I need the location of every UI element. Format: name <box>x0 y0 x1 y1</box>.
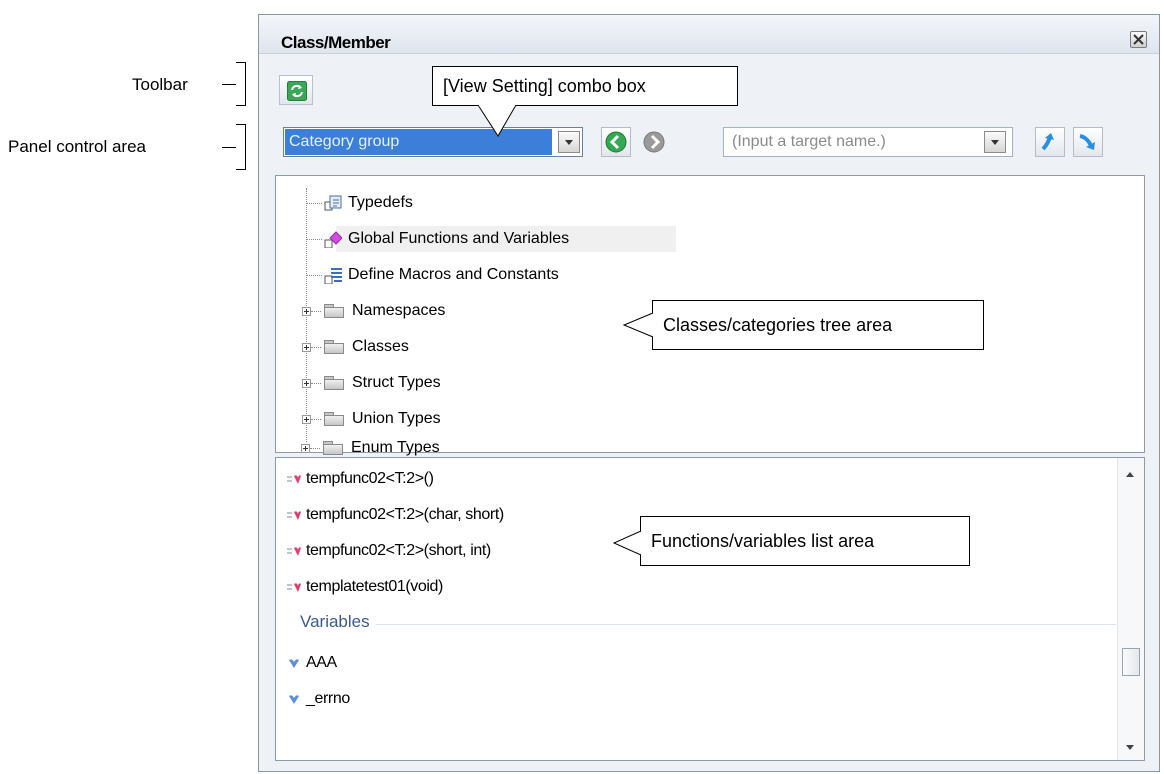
close-button[interactable] <box>1130 31 1147 48</box>
scroll-up-arrow-icon[interactable] <box>1126 472 1134 477</box>
global-functions-icon <box>324 231 342 248</box>
view-setting-callout: [View Setting] combo box <box>432 66 738 106</box>
function-icon <box>287 475 301 484</box>
close-icon <box>1133 34 1144 45</box>
panel-titlebar: Class/Member <box>259 15 1159 54</box>
folder-icon <box>324 304 344 318</box>
list-item-function[interactable]: tempfunc02<T:2>() <box>286 470 434 488</box>
scroll-thumb[interactable] <box>1122 648 1140 676</box>
back-button[interactable] <box>601 127 631 157</box>
function-icon <box>287 511 301 520</box>
macro-icon <box>324 268 342 284</box>
list-item-function[interactable]: tempfunc02<T:2>(char, short) <box>286 506 504 524</box>
tree-item-label: Struct Types <box>352 374 441 391</box>
view-setting-dropdown-arrow[interactable] <box>558 131 580 153</box>
tree-connector <box>311 383 321 384</box>
list-item-label: tempfunc02<T:2>(short, int) <box>306 542 491 559</box>
folder-icon <box>324 412 344 426</box>
list-item-function[interactable]: templatetest01(void) <box>286 578 443 596</box>
variables-section-header: Variables <box>300 612 370 631</box>
variables-section-divider <box>376 624 1116 625</box>
tree-connector <box>306 239 322 240</box>
function-icon <box>287 583 301 592</box>
list-item-variable[interactable]: AAA <box>286 654 337 672</box>
tree-connector <box>306 275 322 276</box>
functions-variables-list: tempfunc02<T:2>() tempfunc02<T:2>(char, … <box>275 457 1145 761</box>
list-item-label: _errno <box>306 690 350 707</box>
tree-item-label: Classes <box>352 338 409 355</box>
tree-connector <box>306 203 322 204</box>
list-item-function[interactable]: tempfunc02<T:2>(short, int) <box>286 542 491 560</box>
jump-down-icon <box>1079 134 1095 150</box>
list-item-label: tempfunc02<T:2>(char, short) <box>306 506 504 523</box>
list-item-variable[interactable]: _errno <box>286 690 350 708</box>
list-scrollbar[interactable] <box>1117 458 1144 760</box>
tree-item-label: Typedefs <box>348 194 413 211</box>
tree-connector <box>311 419 321 420</box>
list-item-label: tempfunc02<T:2>() <box>306 470 434 487</box>
forward-arrow-icon <box>643 131 665 153</box>
view-setting-combo[interactable]: Category group <box>283 127 583 157</box>
class-member-panel: Class/Member Category group (Input a tar… <box>258 14 1160 772</box>
tree-connector <box>311 347 321 348</box>
list-area-callout: Functions/variables list area <box>640 516 970 566</box>
scroll-down-arrow-icon[interactable] <box>1126 745 1134 750</box>
toolbar-annotation-bracket <box>236 62 246 106</box>
view-setting-callout-pointer <box>477 104 517 137</box>
view-setting-callout-text: [View Setting] combo box <box>443 76 646 96</box>
refresh-icon <box>287 81 307 101</box>
function-icon <box>287 547 301 556</box>
list-area-callout-text: Functions/variables list area <box>651 531 875 551</box>
folder-icon <box>323 441 343 455</box>
toolbar-annotation-tick <box>222 84 236 85</box>
jump-up-button[interactable] <box>1035 127 1065 157</box>
jump-up-icon <box>1041 133 1054 151</box>
toolbar-annotation-label: Toolbar <box>132 75 188 94</box>
list-item-label: AAA <box>306 654 337 671</box>
forward-button[interactable] <box>639 127 669 157</box>
tree-item-label: Union Types <box>352 410 441 427</box>
typedef-icon <box>324 195 342 211</box>
tree-area-callout: Classes/categories tree area <box>652 300 984 350</box>
variable-icon <box>289 695 299 704</box>
expand-toggle[interactable] <box>301 444 310 453</box>
expand-toggle[interactable] <box>302 343 311 352</box>
target-name-dropdown-arrow[interactable] <box>984 131 1006 153</box>
tree-area-callout-text: Classes/categories tree area <box>663 315 893 335</box>
tree-item-label: Global Functions and Variables <box>348 230 570 247</box>
panel-control-annotation-tick <box>222 147 236 148</box>
tree-item-label: Namespaces <box>352 302 446 319</box>
panel-title: Class/Member <box>281 33 391 52</box>
tree-connector <box>310 448 320 449</box>
tree-area-callout-pointer <box>622 312 655 338</box>
list-item-label: templatetest01(void) <box>306 578 443 595</box>
expand-toggle[interactable] <box>302 379 311 388</box>
target-name-combo[interactable]: (Input a target name.) <box>723 127 1013 157</box>
folder-icon <box>324 340 344 354</box>
variable-icon <box>289 659 299 668</box>
back-arrow-icon <box>605 131 627 153</box>
panel-control-annotation-bracket <box>236 124 246 170</box>
refresh-button[interactable] <box>279 75 313 105</box>
tree-connector <box>311 311 321 312</box>
expand-toggle[interactable] <box>302 415 311 424</box>
expand-toggle[interactable] <box>302 307 311 316</box>
folder-icon <box>324 376 344 390</box>
target-name-placeholder: (Input a target name.) <box>732 133 886 150</box>
list-area-callout-pointer <box>612 530 643 556</box>
panel-control-annotation-label: Panel control area <box>8 137 146 156</box>
jump-down-button[interactable] <box>1073 127 1103 157</box>
classes-categories-tree: Typedefs Global Functions and Variables … <box>275 175 1145 453</box>
panel-control-area: Category group (Input a target name.) <box>259 115 1159 175</box>
tree-item-label: Define Macros and Constants <box>348 266 559 283</box>
